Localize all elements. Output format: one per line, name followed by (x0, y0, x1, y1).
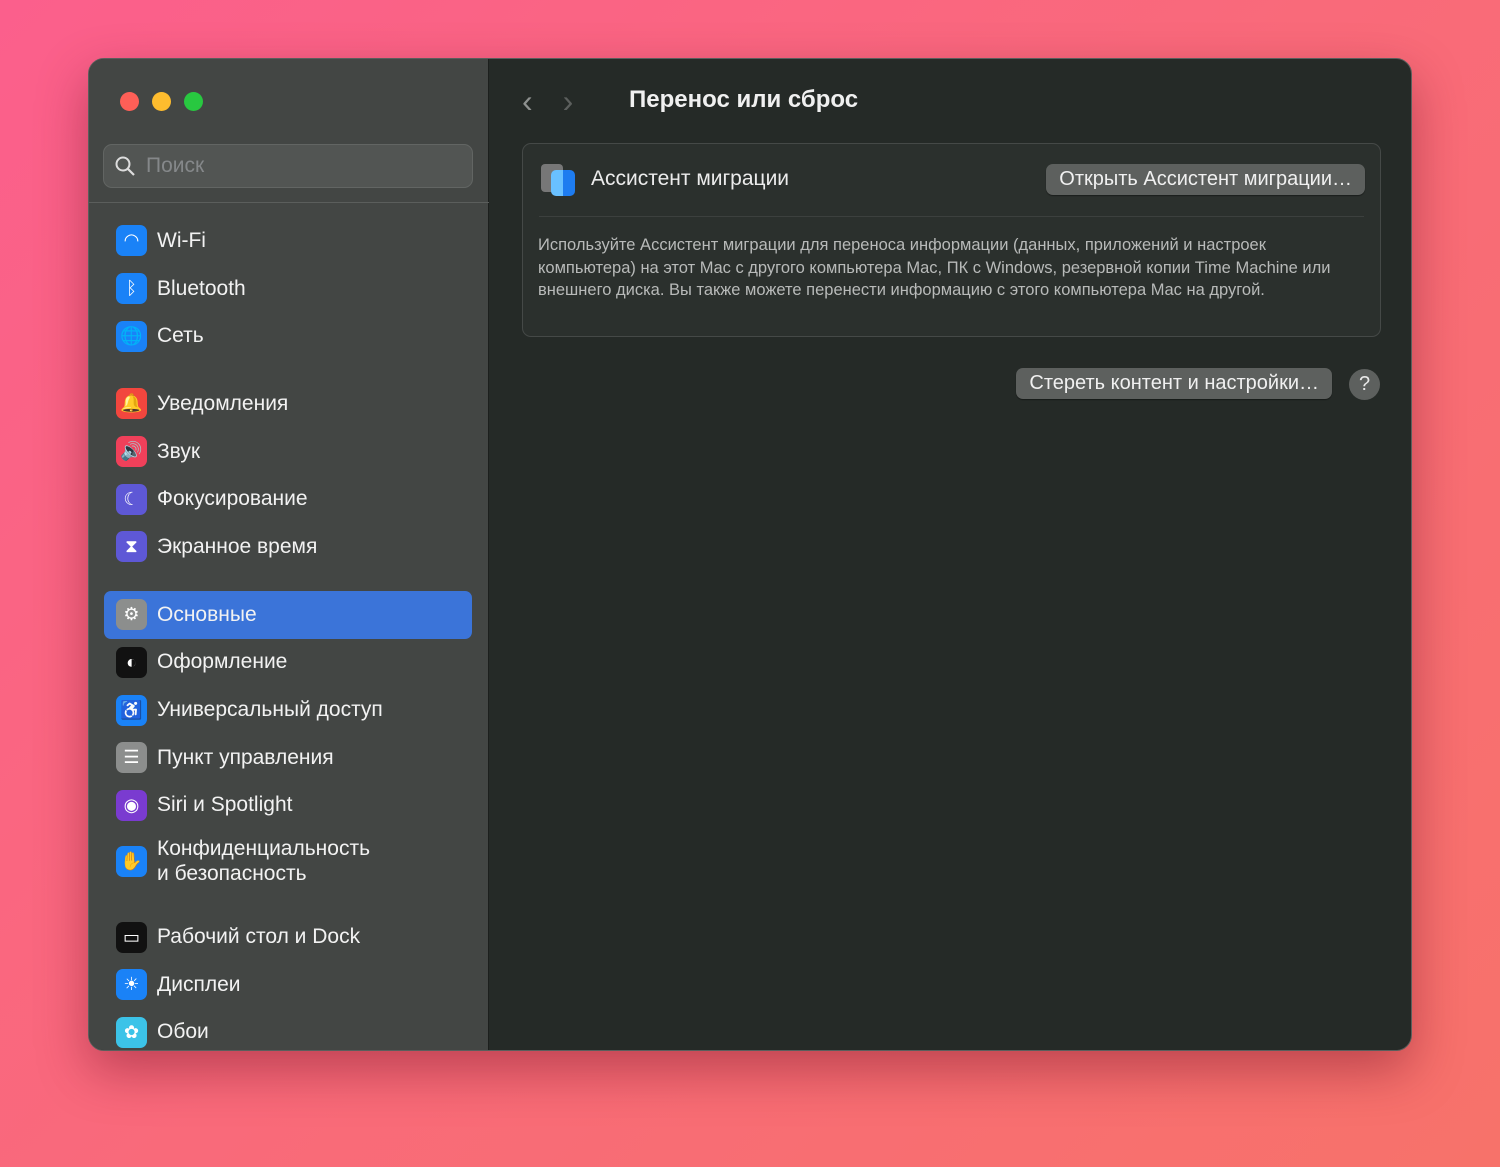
sidebar-item[interactable]: ♿ Универсальный доступ (104, 686, 472, 734)
siri-icon: ◉ (116, 789, 147, 821)
sidebar-item-label: Основные (157, 602, 257, 626)
sidebar-item[interactable]: ☾ Фокусирование (104, 475, 472, 523)
sidebar-item-label: Фокусирование (157, 487, 308, 511)
erase-content-button[interactable]: Стереть контент и настройки… (1016, 368, 1332, 399)
sidebar: ◠ Wi-Fi ᛒ Bluetooth 🌐 Сеть 🔔 Уведомления 🔊 Звук ☾ Ф… (89, 59, 489, 1050)
sidebar-item[interactable]: 🔊 Звук (104, 428, 472, 476)
control-center-icon: ☰ (116, 742, 147, 774)
sidebar-item[interactable]: 🌐 Сеть (104, 312, 472, 360)
bluetooth-icon: ᛒ (116, 273, 147, 305)
sidebar-item-label: Уведомления (157, 391, 289, 415)
page-title: Перенос или сброс (629, 86, 859, 113)
window-controls (120, 92, 203, 111)
sidebar-item[interactable]: ᛒ Bluetooth (104, 265, 472, 313)
zoom-button[interactable] (184, 92, 203, 111)
moon-icon: ☾ (116, 483, 147, 515)
sidebar-item[interactable]: ◐ Оформление (104, 639, 472, 687)
globe-icon: 🌐 (116, 320, 147, 352)
back-button[interactable]: ‹ (522, 85, 533, 117)
sidebar-list: ◠ Wi-Fi ᛒ Bluetooth 🌐 Сеть 🔔 Уведомления 🔊 Звук ☾ Ф… (104, 217, 472, 1050)
migration-assistant-icon (539, 160, 577, 198)
sidebar-item[interactable]: ✋ Конфиденциальность и безопасность (104, 829, 472, 893)
sidebar-item[interactable]: ☰ Пункт управления (104, 734, 472, 782)
navigation: ‹ › (522, 85, 573, 117)
hourglass-icon: ⧗ (116, 531, 147, 563)
sidebar-item-label: Wi-Fi (157, 228, 206, 252)
sidebar-item[interactable]: ⚙ Основные (104, 590, 472, 639)
search-icon (115, 156, 135, 176)
sidebar-item-label: Siri и Spotlight (157, 793, 293, 817)
sidebar-item-label: Сеть (157, 324, 204, 348)
accessibility-icon: ♿ (116, 694, 147, 726)
open-migration-assistant-button[interactable]: Открыть Ассистент миграции… (1046, 164, 1365, 195)
help-button[interactable]: ? (1349, 369, 1380, 400)
forward-button[interactable]: › (563, 85, 574, 117)
speaker-icon: 🔊 (116, 436, 147, 468)
sidebar-item[interactable]: ☀ Дисплеи (104, 961, 472, 1009)
sidebar-item-label: Bluetooth (157, 276, 246, 300)
main-pane: ‹ › Перенос или сброс Ассистент миграции… (490, 59, 1411, 1050)
sidebar-item[interactable]: ▭ Рабочий стол и Dock (104, 913, 472, 961)
settings-window: ◠ Wi-Fi ᛒ Bluetooth 🌐 Сеть 🔔 Уведомления 🔊 Звук ☾ Ф… (88, 58, 1412, 1051)
sidebar-item-label: Конфиденциальность и безопасность (157, 837, 371, 886)
sidebar-item-label: Рабочий стол и Dock (157, 925, 361, 949)
minimize-button[interactable] (152, 92, 171, 111)
hand-icon: ✋ (116, 845, 147, 877)
sidebar-item-label: Универсальный доступ (157, 698, 383, 722)
sidebar-item-label: Экранное время (157, 534, 318, 558)
migration-title: Ассистент миграции (591, 167, 790, 190)
migration-card: Ассистент миграции Открыть Ассистент миг… (522, 143, 1381, 337)
wifi-icon: ◠ (116, 225, 147, 257)
search-field[interactable] (103, 144, 473, 188)
sidebar-item[interactable]: ◠ Wi-Fi (104, 217, 472, 265)
sidebar-item-label: Пункт управления (157, 745, 334, 769)
appearance-icon: ◐ (116, 646, 147, 678)
search-input[interactable] (146, 154, 446, 178)
gear-icon: ⚙ (116, 599, 147, 631)
sidebar-item-label: Звук (157, 439, 201, 463)
migration-description: Используйте Ассистент миграции для перен… (538, 236, 1331, 299)
card-divider (539, 216, 1364, 217)
wallpaper-icon: ✿ (116, 1016, 147, 1048)
sidebar-item[interactable]: ⧗ Экранное время (104, 523, 472, 571)
sidebar-item-label: Оформление (157, 650, 288, 674)
sidebar-item[interactable]: ✿ Обои (104, 1009, 472, 1050)
bell-icon: 🔔 (116, 388, 147, 420)
brightness-icon: ☀ (116, 969, 147, 1001)
dock-icon: ▭ (116, 921, 147, 953)
sidebar-divider (89, 202, 489, 203)
sidebar-item-label: Обои (157, 1020, 209, 1044)
sidebar-item-label: Дисплеи (157, 972, 241, 996)
sidebar-item[interactable]: 🔔 Уведомления (104, 380, 472, 428)
sidebar-item[interactable]: ◉ Siri и Spotlight (104, 782, 472, 830)
close-button[interactable] (120, 92, 139, 111)
